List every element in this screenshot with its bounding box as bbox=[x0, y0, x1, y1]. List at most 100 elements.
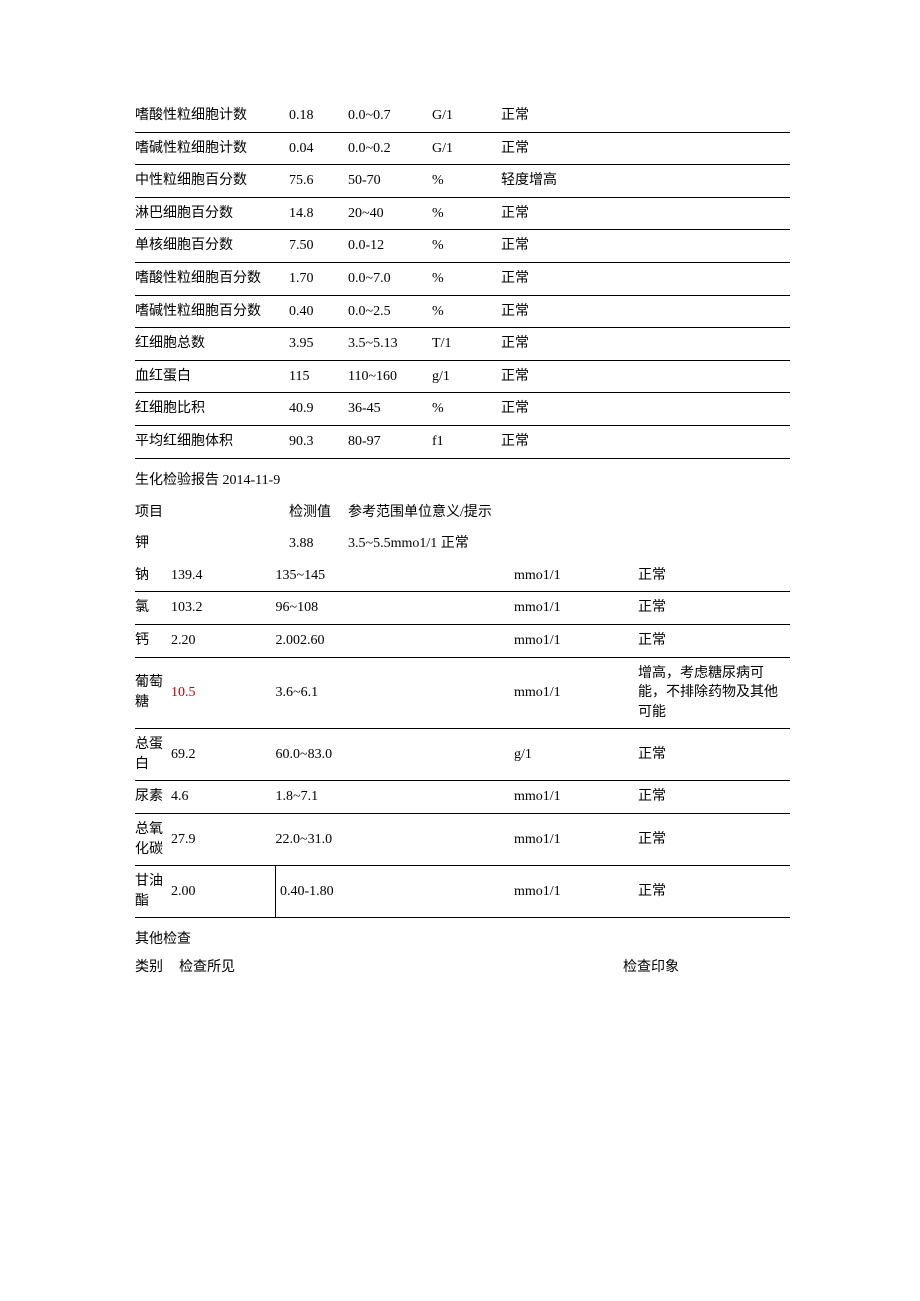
item-name: 红细胞总数 bbox=[135, 328, 289, 361]
item-value: 0.40 bbox=[289, 295, 348, 328]
item-note: 轻度增高 bbox=[501, 165, 790, 198]
item-name: 嗜酸性粒细胞计数 bbox=[135, 100, 289, 132]
item-name: 总蛋白 bbox=[135, 729, 171, 781]
item-unit: % bbox=[432, 165, 501, 198]
item-ref: 0.0-12 bbox=[348, 230, 432, 263]
item-note: 正常 bbox=[501, 360, 790, 393]
item-unit: % bbox=[432, 393, 501, 426]
item-value: 0.04 bbox=[289, 132, 348, 165]
item-name: 嗜酸性粒细胞百分数 bbox=[135, 262, 289, 295]
item-value: 115 bbox=[289, 360, 348, 393]
item-name: 嗜碱性粒细胞百分数 bbox=[135, 295, 289, 328]
item-ref: 0.0~7.0 bbox=[348, 262, 432, 295]
item-value: 4.6 bbox=[171, 781, 276, 814]
item-name: 总氧化碳 bbox=[135, 814, 171, 866]
item-ref: 96~108 bbox=[276, 592, 515, 625]
table-row: 总氧化碳27.922.0~31.0mmo1/1正常 bbox=[135, 814, 790, 866]
item-value: 14.8 bbox=[289, 197, 348, 230]
biochem-title: 生化检验报告 2014-11-9 bbox=[135, 459, 790, 497]
item-unit: mmo1/1 bbox=[514, 657, 638, 729]
item-value: 2.00 bbox=[171, 866, 276, 918]
item-value: 3.95 bbox=[289, 328, 348, 361]
item-ref: 0.0~2.5 bbox=[348, 295, 432, 328]
item-unit: G/1 bbox=[432, 132, 501, 165]
item-unit: mmo1/1 bbox=[514, 781, 638, 814]
hdr-val: 检测值 bbox=[289, 497, 348, 529]
table-row: 甘油酯2.000.40-1.80mmo1/1正常 bbox=[135, 866, 790, 918]
item-name: 中性粒细胞百分数 bbox=[135, 165, 289, 198]
item-value: 7.50 bbox=[289, 230, 348, 263]
other-exam-header: 类别 检查所见 检查印象 bbox=[135, 952, 790, 984]
item-unit: mmo1/1 bbox=[514, 560, 638, 592]
item-unit: G/1 bbox=[432, 100, 501, 132]
item-unit: g/1 bbox=[514, 729, 638, 781]
item-unit: % bbox=[432, 262, 501, 295]
hdr-item: 项目 bbox=[135, 497, 289, 529]
other-hdr-impression: 检查印象 bbox=[623, 952, 790, 984]
item-ref: 3.5~5.13 bbox=[348, 328, 432, 361]
item-name: 淋巴细胞百分数 bbox=[135, 197, 289, 230]
table-row: 总蛋白69.260.0~83.0g/1正常 bbox=[135, 729, 790, 781]
item-name: 红细胞比积 bbox=[135, 393, 289, 426]
item-unit: g/1 bbox=[432, 360, 501, 393]
item-value: 27.9 bbox=[171, 814, 276, 866]
item-note: 增高，考虑糖尿病可能，不排除药物及其他可能 bbox=[638, 657, 790, 729]
item-note: 正常 bbox=[501, 197, 790, 230]
item-unit: mmo1/1 bbox=[514, 624, 638, 657]
table-row: 钙2.202.002.60mmo1/1正常 bbox=[135, 624, 790, 657]
item-name: 氯 bbox=[135, 592, 171, 625]
k-name: 钾 bbox=[135, 528, 289, 560]
table-row: 尿素4.61.8~7.1mmo1/1正常 bbox=[135, 781, 790, 814]
item-ref: 110~160 bbox=[348, 360, 432, 393]
item-note: 正常 bbox=[501, 262, 790, 295]
item-note: 正常 bbox=[638, 560, 790, 592]
table-row: 淋巴细胞百分数14.820~40%正常 bbox=[135, 197, 790, 230]
item-name: 平均红细胞体积 bbox=[135, 425, 289, 458]
item-value: 90.3 bbox=[289, 425, 348, 458]
item-note: 正常 bbox=[501, 425, 790, 458]
item-ref: 36-45 bbox=[348, 393, 432, 426]
item-note: 正常 bbox=[638, 624, 790, 657]
item-value: 69.2 bbox=[171, 729, 276, 781]
item-ref: 3.6~6.1 bbox=[276, 657, 515, 729]
item-note: 正常 bbox=[638, 814, 790, 866]
table-row: 血红蛋白115110~160g/1正常 bbox=[135, 360, 790, 393]
item-name: 嗜碱性粒细胞计数 bbox=[135, 132, 289, 165]
item-unit: % bbox=[432, 230, 501, 263]
item-note: 正常 bbox=[638, 866, 790, 918]
item-note: 正常 bbox=[501, 100, 790, 132]
item-unit: % bbox=[432, 197, 501, 230]
table-row: 葡萄糖10.53.6~6.1mmo1/1增高，考虑糖尿病可能，不排除药物及其他可… bbox=[135, 657, 790, 729]
item-value: 75.6 bbox=[289, 165, 348, 198]
item-ref: 135~145 bbox=[276, 560, 515, 592]
table-row: 单核细胞百分数7.500.0-12%正常 bbox=[135, 230, 790, 263]
item-name: 血红蛋白 bbox=[135, 360, 289, 393]
table-row: 红细胞总数3.953.5~5.13T/1正常 bbox=[135, 328, 790, 361]
item-value: 2.20 bbox=[171, 624, 276, 657]
blood-table: 嗜酸性粒细胞计数0.180.0~0.7G/1正常嗜碱性粒细胞计数0.040.0~… bbox=[135, 100, 790, 459]
item-unit: mmo1/1 bbox=[514, 592, 638, 625]
item-value: 1.70 bbox=[289, 262, 348, 295]
item-note: 正常 bbox=[638, 781, 790, 814]
table-row: 红细胞比积40.936-45%正常 bbox=[135, 393, 790, 426]
k-val: 3.88 bbox=[289, 528, 348, 560]
item-value: 40.9 bbox=[289, 393, 348, 426]
item-unit: % bbox=[432, 295, 501, 328]
table-row: 嗜碱性粒细胞计数0.040.0~0.2G/1正常 bbox=[135, 132, 790, 165]
biochem-header-table: 项目 检测值 参考范围单位意义/提示 钾 3.88 3.5~5.5mmo1/1 … bbox=[135, 497, 790, 560]
item-name: 葡萄糖 bbox=[135, 657, 171, 729]
item-ref: 2.002.60 bbox=[276, 624, 515, 657]
item-value: 103.2 bbox=[171, 592, 276, 625]
table-row: 平均红细胞体积90.380-97f1正常 bbox=[135, 425, 790, 458]
item-note: 正常 bbox=[501, 132, 790, 165]
item-ref: 0.0~0.2 bbox=[348, 132, 432, 165]
item-note: 正常 bbox=[501, 393, 790, 426]
item-name: 甘油酯 bbox=[135, 866, 171, 918]
item-ref: 20~40 bbox=[348, 197, 432, 230]
biochem-table: 钠139.4135~145mmo1/1正常氯103.296~108mmo1/1正… bbox=[135, 560, 790, 919]
table-row: 钠139.4135~145mmo1/1正常 bbox=[135, 560, 790, 592]
item-name: 钙 bbox=[135, 624, 171, 657]
item-name: 尿素 bbox=[135, 781, 171, 814]
item-ref: 50-70 bbox=[348, 165, 432, 198]
item-name: 钠 bbox=[135, 560, 171, 592]
